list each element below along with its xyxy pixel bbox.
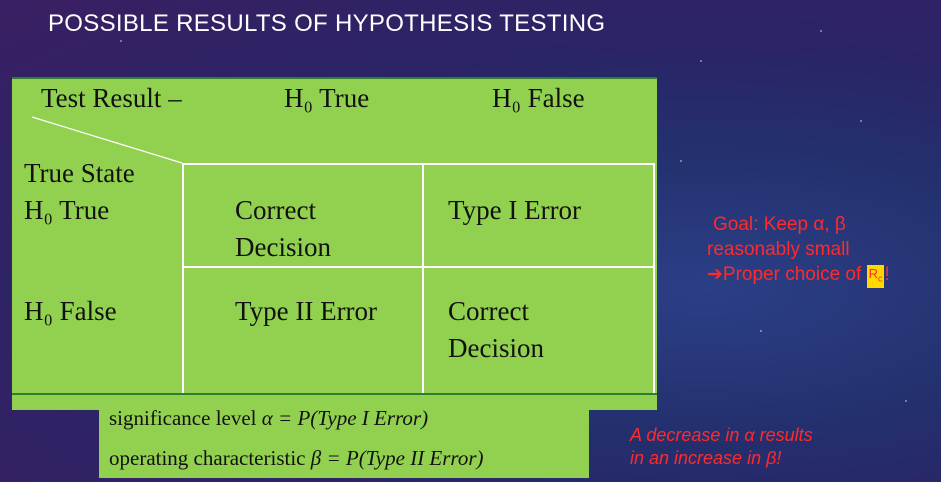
decrease-note-line-1: A decrease in α results	[630, 425, 813, 445]
goal-line-3-text: Proper choice of	[722, 264, 867, 285]
row-label-true-state: True State	[24, 158, 135, 188]
goal-note: Goal: Keep α, β reasonably small ➔Proper…	[707, 212, 941, 288]
cell-correct-decision-1-line2: Decision	[235, 232, 331, 262]
table-bottom-rule	[12, 393, 657, 395]
cell-type-ii-error: Type II Error	[235, 296, 378, 326]
cell-correct-decision-2: Correct Decision	[448, 293, 544, 367]
goal-line-3: ➔Proper choice of Rc!	[707, 262, 941, 288]
row-label-h0-true: H₀ True	[24, 195, 110, 225]
header-diagonal	[31, 116, 183, 164]
significance-label: significance level	[109, 406, 257, 430]
results-table: Test Result – H₀ True H₀ False True Stat…	[12, 77, 657, 410]
grid-vertical-right	[653, 163, 655, 393]
grid-vertical-middle	[422, 163, 424, 393]
rc-badge: Rc	[866, 265, 885, 288]
significance-formula: significance level α = P(Type I Error)	[109, 406, 428, 431]
slide-title: POSSIBLE RESULTS OF HYPOTHESIS TESTING	[48, 10, 606, 37]
cell-correct-decision-1-line1: Correct	[235, 195, 316, 225]
rc-badge-subscript: c	[877, 273, 883, 284]
goal-line-1: Goal: Keep α, β	[713, 214, 846, 235]
cell-correct-decision-2-line1: Correct	[448, 296, 529, 326]
decrease-note-line-2: in an increase in β!	[630, 448, 782, 468]
formula-box: significance level α = P(Type I Error) o…	[99, 400, 589, 478]
row-label-h0-false: H₀ False	[24, 296, 117, 326]
decrease-note: A decrease in α results in an increase i…	[630, 424, 813, 470]
rc-badge-letter: R	[868, 266, 878, 281]
grid-vertical-left	[182, 163, 184, 393]
operating-label: operating characteristic	[109, 446, 306, 470]
grid-horizontal-middle	[182, 266, 655, 268]
header-h0-true: H₀ True	[284, 83, 370, 113]
operating-expression: β = P(Type II Error)	[310, 446, 484, 470]
right-arrow-icon: ➔	[707, 264, 723, 285]
cell-type-i-error: Type I Error	[448, 195, 582, 225]
operating-formula: operating characteristic β = P(Type II E…	[109, 446, 484, 471]
goal-line-2: reasonably small	[707, 239, 850, 260]
header-h0-false: H₀ False	[492, 83, 585, 113]
cell-correct-decision-1: Correct Decision	[235, 192, 331, 266]
header-test-result: Test Result –	[41, 83, 182, 113]
cell-correct-decision-2-line2: Decision	[448, 333, 544, 363]
significance-expression: α = P(Type I Error)	[261, 406, 429, 430]
goal-line-3-end: !	[884, 264, 890, 285]
grid-horizontal-top	[182, 163, 655, 165]
